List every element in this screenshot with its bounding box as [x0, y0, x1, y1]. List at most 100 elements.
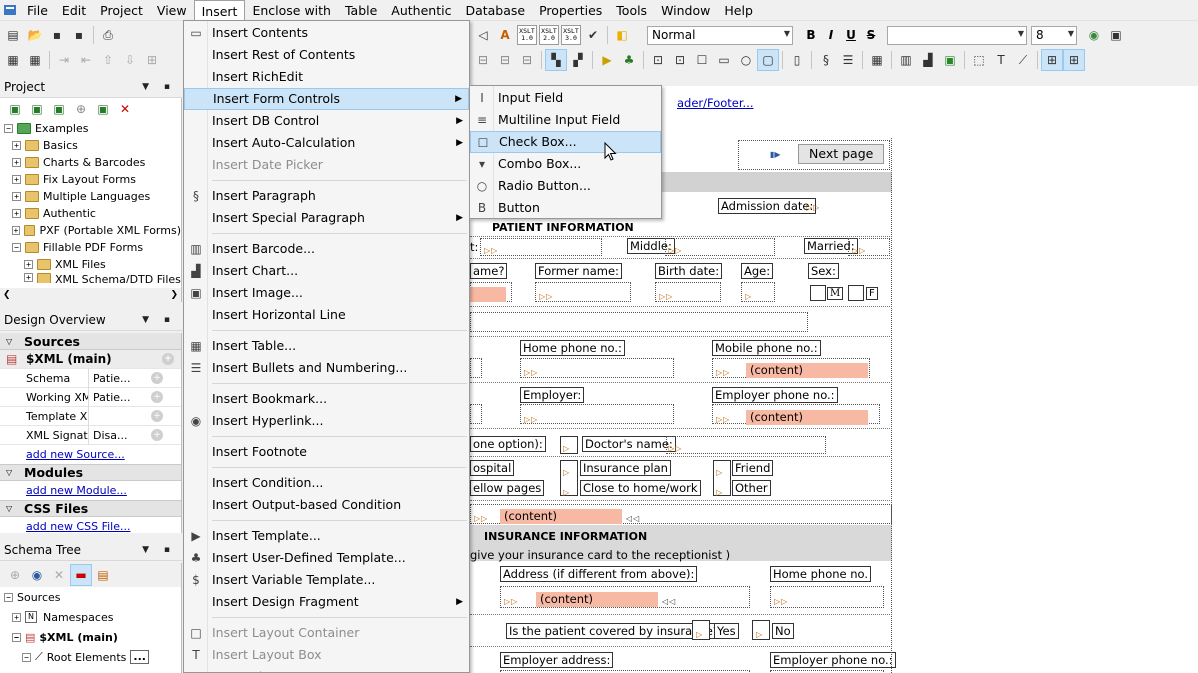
add-css-link[interactable]: add new CSS File... [26, 520, 130, 533]
menu-item-insert-output-based-condition[interactable]: Insert Output-based Condition [184, 494, 469, 516]
expand-icon[interactable]: + [12, 209, 21, 218]
italic-button[interactable]: I [821, 25, 841, 45]
menu-tools[interactable]: Tools [609, 0, 654, 21]
submenu-item-check-box[interactable]: ☐ Check Box... [470, 131, 661, 153]
scroll-right-icon[interactable]: ❯ [170, 290, 178, 300]
menu-file[interactable]: File [20, 0, 55, 21]
tree-item-examples[interactable]: − Examples [0, 120, 181, 137]
tree-item-basics[interactable]: + Basics [0, 137, 181, 154]
table-tool-icon[interactable]: ▦ [866, 49, 888, 71]
project-save-icon[interactable]: ▣ [48, 98, 70, 120]
menu-item-insert-auto-calculation[interactable]: Insert Auto-Calculation ▶ [184, 132, 469, 154]
tree-item-authentic[interactable]: + Authentic [0, 205, 181, 222]
strike-button[interactable]: S [861, 25, 881, 45]
notes-content[interactable]: (content) [500, 509, 622, 524]
highlight-icon[interactable]: ◧ [611, 24, 633, 46]
css-section[interactable]: ▽ CSS Files [0, 500, 181, 517]
delete-row-icon[interactable]: ⇧ [97, 49, 119, 71]
xslt-2-button[interactable]: XSLT 2.0 [539, 25, 559, 45]
xml-main-row[interactable]: ▤ $XML (main) + [0, 350, 181, 369]
tree-item-fix-layout[interactable]: + Fix Layout Forms [0, 171, 181, 188]
tree-item-sources[interactable]: − Sources [0, 587, 181, 607]
insert-row-icon[interactable]: ⇥ [53, 49, 75, 71]
header-footer-link[interactable]: ader/Footer... [677, 96, 754, 110]
sources-section[interactable]: ▽ Sources [0, 333, 181, 350]
split-icon[interactable]: ⊟ [472, 49, 494, 71]
menu-item-insert-rest-of-contents[interactable]: Insert Rest of Contents [184, 44, 469, 66]
contents-tool-icon[interactable]: ⊡ [647, 49, 669, 71]
add-circle-icon[interactable]: + [162, 353, 174, 365]
tree-item-charts[interactable]: + Charts & Barcodes [0, 154, 181, 171]
open-icon[interactable]: 📂 [24, 24, 46, 46]
expand-icon[interactable]: + [12, 192, 21, 201]
font-combo[interactable]: ▼ [887, 25, 1027, 45]
menu-item-insert-layout-box[interactable]: T Insert Layout Box [184, 644, 469, 666]
middle-field[interactable] [665, 238, 775, 256]
underline-button[interactable]: U [841, 25, 861, 45]
scroll-left-icon[interactable]: ❮ [3, 290, 11, 300]
layout-container-tool-icon[interactable]: ⬚ [968, 49, 990, 71]
sex-m-checkbox[interactable] [810, 285, 826, 301]
married-field[interactable] [848, 238, 890, 256]
project-delete-icon[interactable]: ✕ [114, 98, 136, 120]
menu-item-insert-date-picker[interactable]: Insert Date Picker [184, 154, 469, 176]
tree-item-xml-files[interactable]: + XML Files [0, 256, 181, 273]
add-source-link[interactable]: add new Source... [26, 448, 125, 461]
menu-item-insert-template[interactable]: ▶ Insert Template... [184, 525, 469, 547]
sex-f-checkbox[interactable] [848, 285, 864, 301]
employer-field[interactable] [520, 404, 674, 424]
menu-item-insert-db-control[interactable]: Insert DB Control ▶ [184, 110, 469, 132]
menu-item-insert-footnote[interactable]: Insert Footnote [184, 441, 469, 463]
tree-item-pdf[interactable]: − Fillable PDF Forms [0, 239, 181, 256]
employer-phone-content[interactable]: (content) [746, 410, 868, 425]
collapse-icon[interactable]: ▽ [6, 504, 16, 513]
row-action-icon[interactable]: + [151, 372, 163, 384]
menu-enclose-with[interactable]: Enclose with [245, 0, 338, 21]
project-new-icon[interactable]: ▣ [4, 98, 26, 120]
collapse-icon[interactable]: − [22, 652, 31, 662]
snap-icon[interactable]: ⊞ [1063, 49, 1085, 71]
tree-item-languages[interactable]: + Multiple Languages [0, 188, 181, 205]
schema-remove-icon[interactable]: ✕ [48, 564, 70, 586]
schema-sort-icon[interactable]: ▤ [92, 564, 114, 586]
collapse-icon[interactable]: ▽ [6, 468, 16, 477]
line-tool-icon[interactable]: ⟋ [1012, 49, 1034, 71]
template-tool-icon[interactable]: ▶ [596, 49, 618, 71]
mobile-phone-content[interactable]: (content) [746, 363, 868, 378]
row-action-icon[interactable]: + [151, 429, 163, 441]
menu-help[interactable]: Help [717, 0, 760, 21]
tree-item-xml-main[interactable]: − ▤ $XML (main) [0, 627, 181, 647]
menu-item-insert-image[interactable]: ▣ Insert Image... [184, 282, 469, 304]
bullets-tool-icon[interactable]: ☰ [837, 49, 859, 71]
row-value[interactable]: Disa... [88, 425, 143, 445]
button-tool-icon[interactable]: ▢ [757, 49, 779, 71]
chart-tool-icon[interactable]: ▟ [917, 49, 939, 71]
submenu-item-input-field[interactable]: I Input Field [470, 87, 661, 109]
menu-item-insert-layout-container[interactable]: □ Insert Layout Container [184, 622, 469, 644]
horizontal-scrollbar[interactable]: ❮ ❯ [0, 288, 181, 302]
more-button[interactable]: ... [130, 650, 149, 664]
home-phone-field[interactable] [520, 358, 674, 378]
row-value[interactable]: Patie... [88, 368, 143, 388]
panel-pin-icon[interactable]: ▼ ▪ [142, 315, 176, 325]
address-diff-content[interactable]: (content) [536, 592, 658, 607]
menu-properties[interactable]: Properties [532, 0, 609, 21]
menu-item-insert-variable-template[interactable]: $ Insert Variable Template... [184, 569, 469, 591]
expand-icon[interactable]: + [24, 273, 33, 282]
employer-side-field[interactable] [470, 404, 482, 424]
insert-col-icon[interactable]: ⇤ [75, 49, 97, 71]
menu-item-insert-bullets-and-numbering[interactable]: ☰ Insert Bullets and Numbering... [184, 357, 469, 379]
project-open-icon[interactable]: ▣ [26, 98, 48, 120]
panel-pin-icon[interactable]: ▼ ▪ [142, 82, 176, 92]
schema-add-icon[interactable]: ⊕ [4, 564, 26, 586]
table-grid2-icon[interactable]: ▦ [24, 49, 46, 71]
doctors-name-field[interactable] [666, 436, 826, 454]
tree-item-namespaces[interactable]: + N Namespaces [0, 607, 181, 627]
menu-item-insert-paragraph[interactable]: § Insert Paragraph [184, 185, 469, 207]
menu-view[interactable]: View [150, 0, 194, 21]
save-icon[interactable]: ▪ [46, 24, 68, 46]
grid-icon[interactable]: ⊞ [1041, 49, 1063, 71]
row-action-icon[interactable]: + [151, 410, 163, 422]
markup-large-icon[interactable]: ▚ [545, 49, 567, 71]
expand-icon[interactable]: + [24, 260, 33, 269]
